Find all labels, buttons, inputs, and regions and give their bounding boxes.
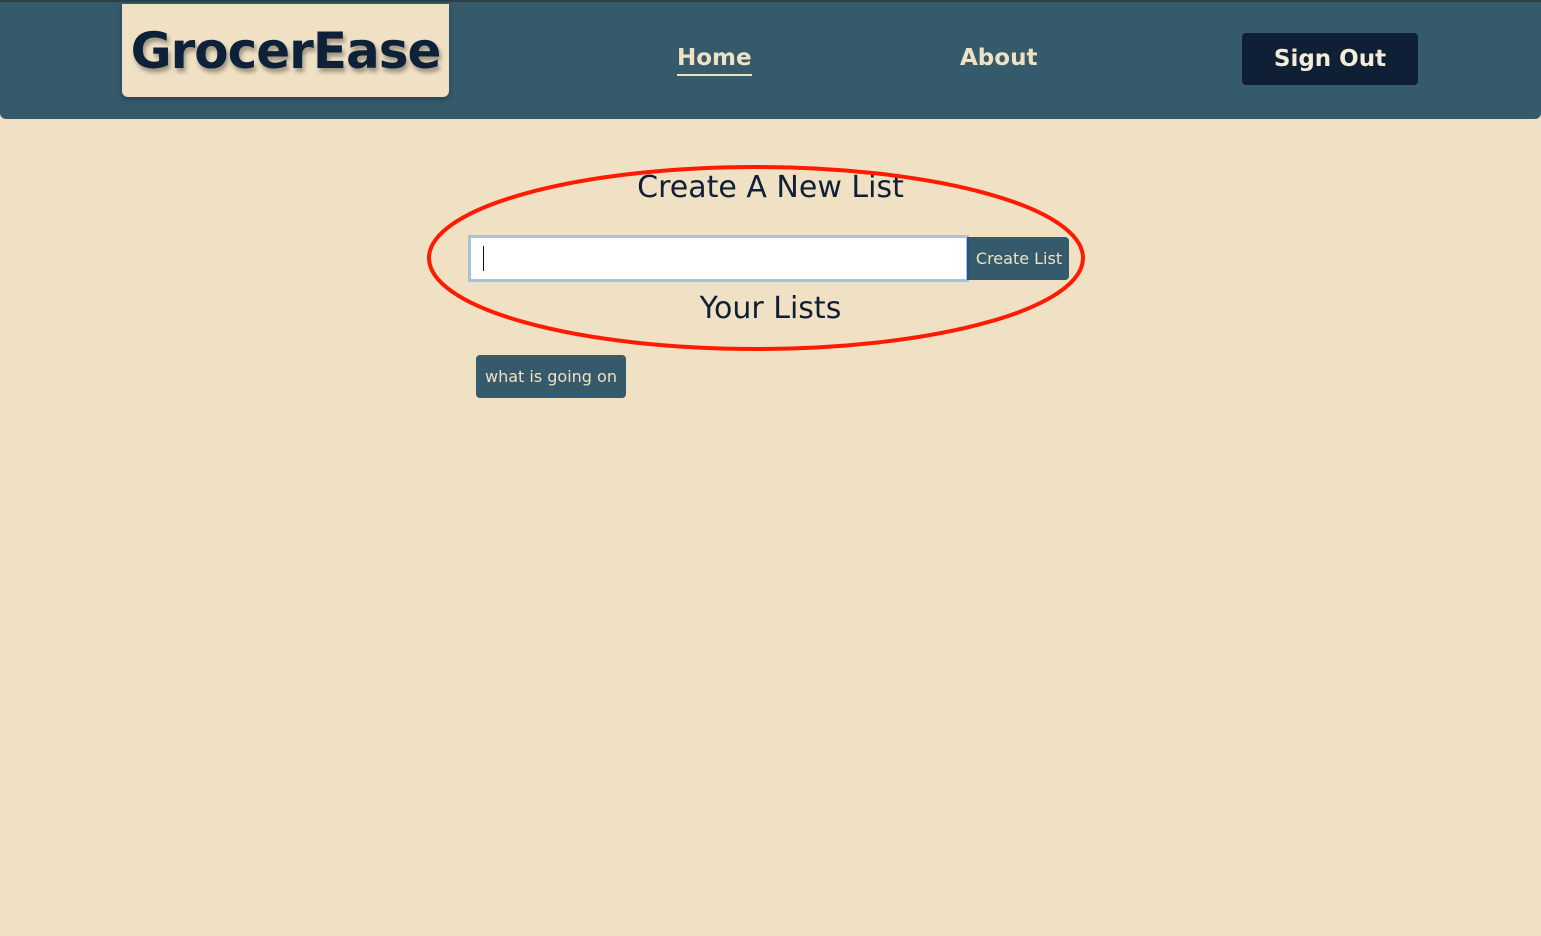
- sign-out-button[interactable]: Sign Out: [1242, 33, 1418, 85]
- create-list-button[interactable]: Create List: [967, 237, 1069, 280]
- nav-link-about[interactable]: About: [960, 42, 1037, 74]
- logo[interactable]: GrocerEase: [122, 4, 449, 97]
- create-list-heading: Create A New List: [637, 170, 904, 205]
- new-list-name-input[interactable]: [468, 235, 969, 282]
- your-lists-heading: Your Lists: [699, 291, 842, 326]
- top-navbar: GrocerEase Home About Sign Out: [0, 0, 1541, 119]
- logo-text: GrocerEase: [130, 21, 442, 80]
- annotation-ellipse: [427, 165, 1085, 351]
- text-cursor: [483, 246, 484, 271]
- nav-link-home[interactable]: Home: [677, 42, 752, 76]
- list-item-button[interactable]: what is going on: [476, 355, 626, 398]
